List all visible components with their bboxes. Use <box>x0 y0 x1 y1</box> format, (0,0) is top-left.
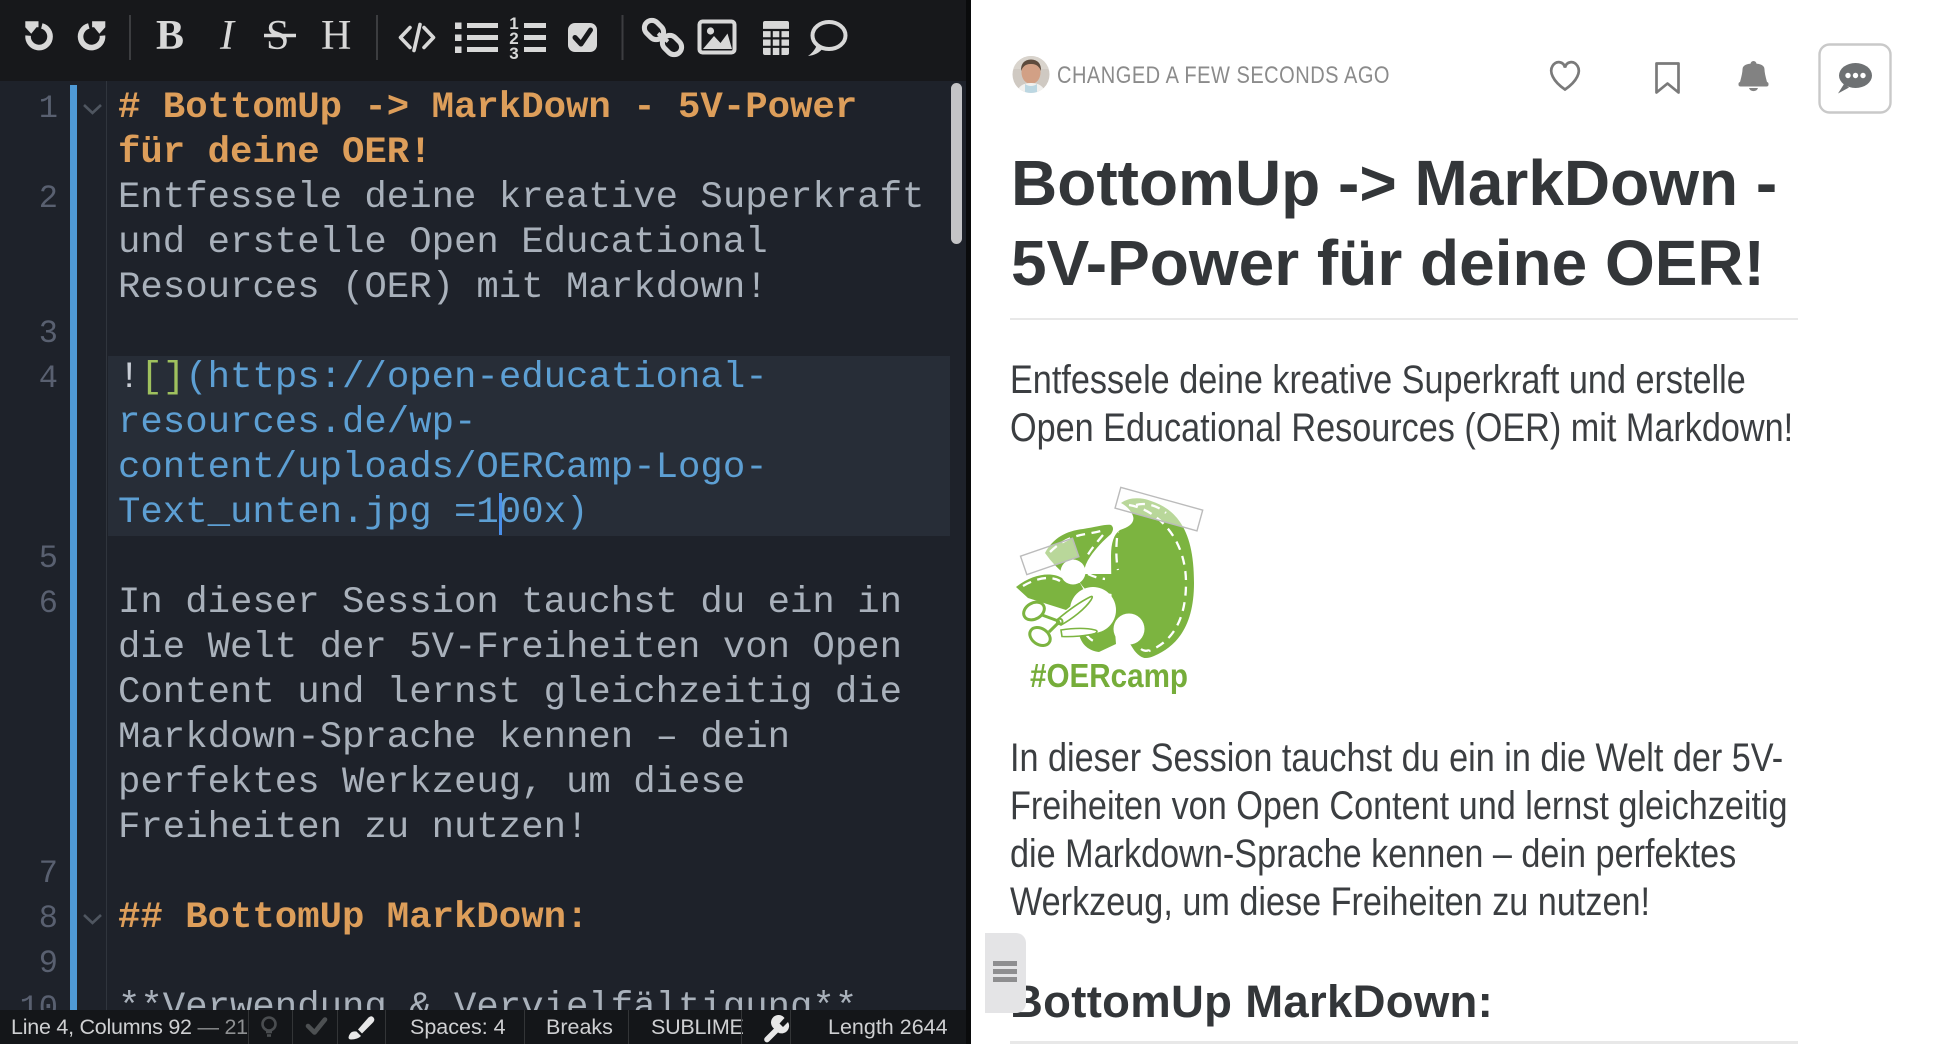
svg-text:#OERcamp: #OERcamp <box>1030 657 1188 694</box>
svg-text:3: 3 <box>509 44 518 63</box>
